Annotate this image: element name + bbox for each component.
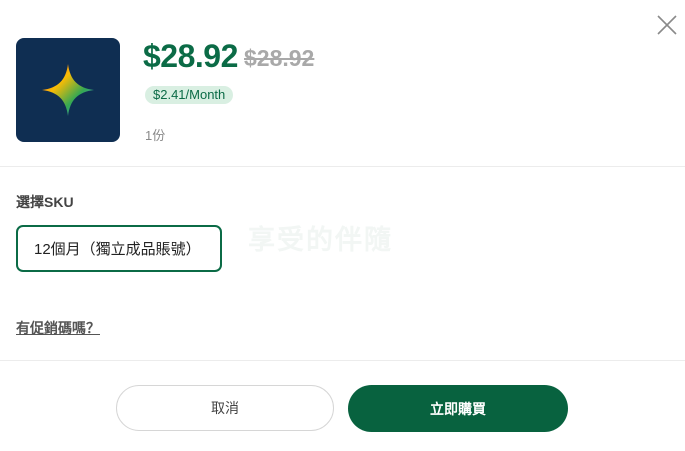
buy-now-button[interactable]: 立即購買 — [348, 385, 568, 432]
original-price: $28.92 — [244, 45, 315, 71]
sku-option-12-months[interactable]: 12個月（獨立成品賬號） — [16, 225, 222, 272]
product-thumbnail — [16, 38, 120, 142]
quantity-text: 1份 — [145, 128, 166, 143]
watermark-text: 享受的伴隨 — [248, 225, 393, 255]
cancel-button[interactable]: 取消 — [116, 385, 334, 431]
monthly-price-badge: $2.41/Month — [145, 86, 234, 104]
sparkle-icon — [42, 64, 94, 116]
promo-code-link[interactable]: 有促銷碼嗎？ — [16, 318, 100, 338]
cancel-button-label: 取消 — [211, 400, 239, 416]
divider-top — [0, 166, 685, 167]
divider-bottom — [0, 360, 685, 361]
buy-now-button-label: 立即購買 — [430, 400, 486, 417]
sku-label: 選擇SKU — [16, 194, 74, 210]
current-price: $28.92 — [143, 38, 238, 74]
sku-option-label: 12個月（獨立成品賬號） — [34, 241, 201, 258]
close-button[interactable] — [654, 12, 680, 38]
close-icon — [657, 15, 677, 35]
